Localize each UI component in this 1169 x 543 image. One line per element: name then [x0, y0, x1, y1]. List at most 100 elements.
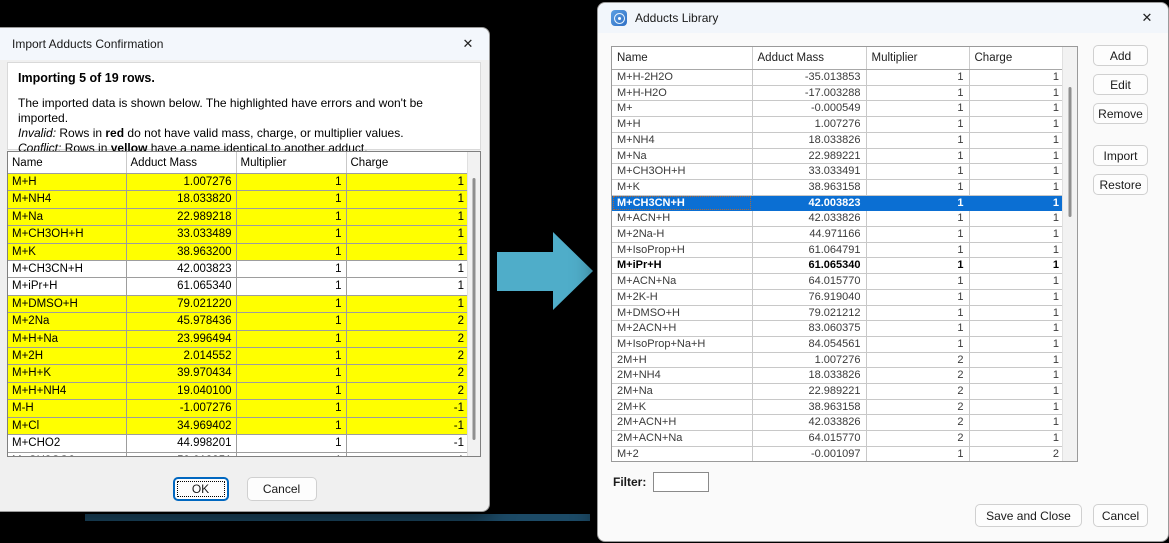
table-row[interactable]: M+H-H2O-17.00328811: [612, 85, 1064, 101]
scrollbar-thumb[interactable]: [473, 178, 476, 440]
cell-multiplier[interactable]: 1: [866, 336, 969, 352]
cell-mass[interactable]: 33.033491: [752, 164, 866, 180]
cell-multiplier[interactable]: 1: [236, 435, 346, 452]
column-header-multiplier[interactable]: Multiplier: [236, 152, 346, 174]
cell-name[interactable]: M+2H: [8, 348, 126, 365]
table-row[interactable]: 2M+NH418.03382621: [612, 368, 1064, 384]
save-and-close-button[interactable]: Save and Close: [975, 504, 1082, 527]
cell-multiplier[interactable]: 1: [866, 70, 969, 86]
table-row[interactable]: M+H+Na23.99649412: [8, 330, 468, 347]
cell-multiplier[interactable]: 1: [866, 305, 969, 321]
table-row[interactable]: 2M+Na22.98922121: [612, 384, 1064, 400]
cell-mass[interactable]: 1.007276: [126, 174, 236, 191]
cell-charge[interactable]: 1: [969, 132, 1064, 148]
cell-multiplier[interactable]: 1: [866, 321, 969, 337]
table-row[interactable]: 2M+ACN+H42.03382621: [612, 415, 1064, 431]
table-row[interactable]: 2M+K38.96315821: [612, 399, 1064, 415]
cell-multiplier[interactable]: 1: [236, 348, 346, 365]
cell-multiplier[interactable]: 1: [866, 148, 969, 164]
cell-name[interactable]: M+ACN+Na: [612, 274, 752, 290]
cell-name[interactable]: M+H+K: [8, 365, 126, 382]
cell-multiplier[interactable]: 1: [236, 278, 346, 295]
cell-mass[interactable]: 19.040100: [126, 382, 236, 399]
cell-name[interactable]: M+CH3CO2: [8, 452, 126, 457]
cell-name[interactable]: M+CH3OH+H: [8, 226, 126, 243]
cell-mass[interactable]: 64.015770: [752, 431, 866, 447]
table-row[interactable]: M+IsoProp+Na+H84.05456111: [612, 336, 1064, 352]
cell-mass[interactable]: 1.007276: [752, 352, 866, 368]
cell-name[interactable]: M+2K-H: [612, 289, 752, 305]
cell-multiplier[interactable]: 1: [236, 174, 346, 191]
cell-name[interactable]: M+2: [612, 446, 752, 462]
table-row[interactable]: M+CH3OH+H33.03348911: [8, 226, 468, 243]
scrollbar-thumb[interactable]: [1069, 87, 1072, 217]
cell-charge[interactable]: 1: [346, 295, 468, 312]
cell-charge[interactable]: 2: [346, 313, 468, 330]
cell-multiplier[interactable]: 1: [866, 101, 969, 117]
cell-name[interactable]: M+iPr+H: [8, 278, 126, 295]
cell-name[interactable]: 2M+ACN+H: [612, 415, 752, 431]
table-row[interactable]: M+K38.96320011: [8, 243, 468, 260]
cell-name[interactable]: M+Cl: [8, 417, 126, 434]
cell-name[interactable]: M+NH4: [8, 191, 126, 208]
cell-charge[interactable]: 2: [346, 382, 468, 399]
table-row[interactable]: M+Na22.98922111: [612, 148, 1064, 164]
filter-input[interactable]: [653, 472, 709, 492]
cell-mass[interactable]: 38.963200: [126, 243, 236, 260]
cell-mass[interactable]: 42.033826: [752, 415, 866, 431]
cell-charge[interactable]: 1: [969, 274, 1064, 290]
cell-multiplier[interactable]: 2: [866, 384, 969, 400]
cell-name[interactable]: M+iPr+H: [612, 258, 752, 274]
cell-name[interactable]: M+IsoProp+H: [612, 242, 752, 258]
cell-charge[interactable]: 1: [969, 289, 1064, 305]
cell-multiplier[interactable]: 1: [236, 417, 346, 434]
edit-button[interactable]: Edit: [1093, 74, 1148, 95]
cell-name[interactable]: M+CH3OH+H: [612, 164, 752, 180]
cell-charge[interactable]: 2: [346, 365, 468, 382]
cell-name[interactable]: 2M+ACN+Na: [612, 431, 752, 447]
cell-mass[interactable]: -0.001097: [752, 446, 866, 462]
cell-charge[interactable]: 1: [969, 70, 1064, 86]
cell-multiplier[interactable]: 1: [866, 258, 969, 274]
cell-name[interactable]: M+K: [8, 243, 126, 260]
vertical-scrollbar[interactable]: [1062, 47, 1077, 461]
table-row[interactable]: M-H-1.0072761-1: [8, 400, 468, 417]
cell-mass[interactable]: 79.021220: [126, 295, 236, 312]
cell-mass[interactable]: 1.007276: [752, 117, 866, 133]
cell-mass[interactable]: 42.003823: [752, 195, 866, 211]
column-header-multiplier[interactable]: Multiplier: [866, 47, 969, 70]
table-row[interactable]: M+2K-H76.91904011: [612, 289, 1064, 305]
table-row[interactable]: M+iPr+H61.06534011: [612, 258, 1064, 274]
column-header-charge[interactable]: Charge: [969, 47, 1064, 70]
cell-mass[interactable]: 22.989218: [126, 208, 236, 225]
cell-charge[interactable]: -1: [346, 435, 468, 452]
cell-multiplier[interactable]: 1: [866, 274, 969, 290]
cell-charge[interactable]: 1: [969, 258, 1064, 274]
table-row[interactable]: M+Cl34.9694021-1: [8, 417, 468, 434]
cell-mass[interactable]: 38.963158: [752, 399, 866, 415]
cell-charge[interactable]: 1: [969, 415, 1064, 431]
cell-charge[interactable]: 1: [969, 431, 1064, 447]
cell-charge[interactable]: 1: [969, 227, 1064, 243]
cell-name[interactable]: M+DMSO+H: [612, 305, 752, 321]
remove-button[interactable]: Remove: [1093, 103, 1148, 124]
cell-mass[interactable]: 18.033820: [126, 191, 236, 208]
cell-charge[interactable]: -1: [346, 400, 468, 417]
cancel-button[interactable]: Cancel: [1093, 504, 1148, 527]
cell-mass[interactable]: 61.064791: [752, 242, 866, 258]
cell-multiplier[interactable]: 1: [866, 195, 969, 211]
cell-charge[interactable]: 1: [346, 208, 468, 225]
cell-mass[interactable]: 42.033826: [752, 211, 866, 227]
table-row[interactable]: M+H1.00727611: [612, 117, 1064, 133]
cell-multiplier[interactable]: 1: [866, 242, 969, 258]
cell-charge[interactable]: -1: [346, 417, 468, 434]
cell-mass[interactable]: 84.054561: [752, 336, 866, 352]
cell-multiplier[interactable]: 1: [236, 365, 346, 382]
cell-multiplier[interactable]: 2: [866, 431, 969, 447]
table-row[interactable]: 2M+ACN+Na64.01577021: [612, 431, 1064, 447]
cell-multiplier[interactable]: 1: [236, 382, 346, 399]
table-row[interactable]: M+ACN+Na64.01577011: [612, 274, 1064, 290]
cell-charge[interactable]: 1: [969, 384, 1064, 400]
cell-name[interactable]: M+2ACN+H: [612, 321, 752, 337]
cell-name[interactable]: M+2Na: [8, 313, 126, 330]
